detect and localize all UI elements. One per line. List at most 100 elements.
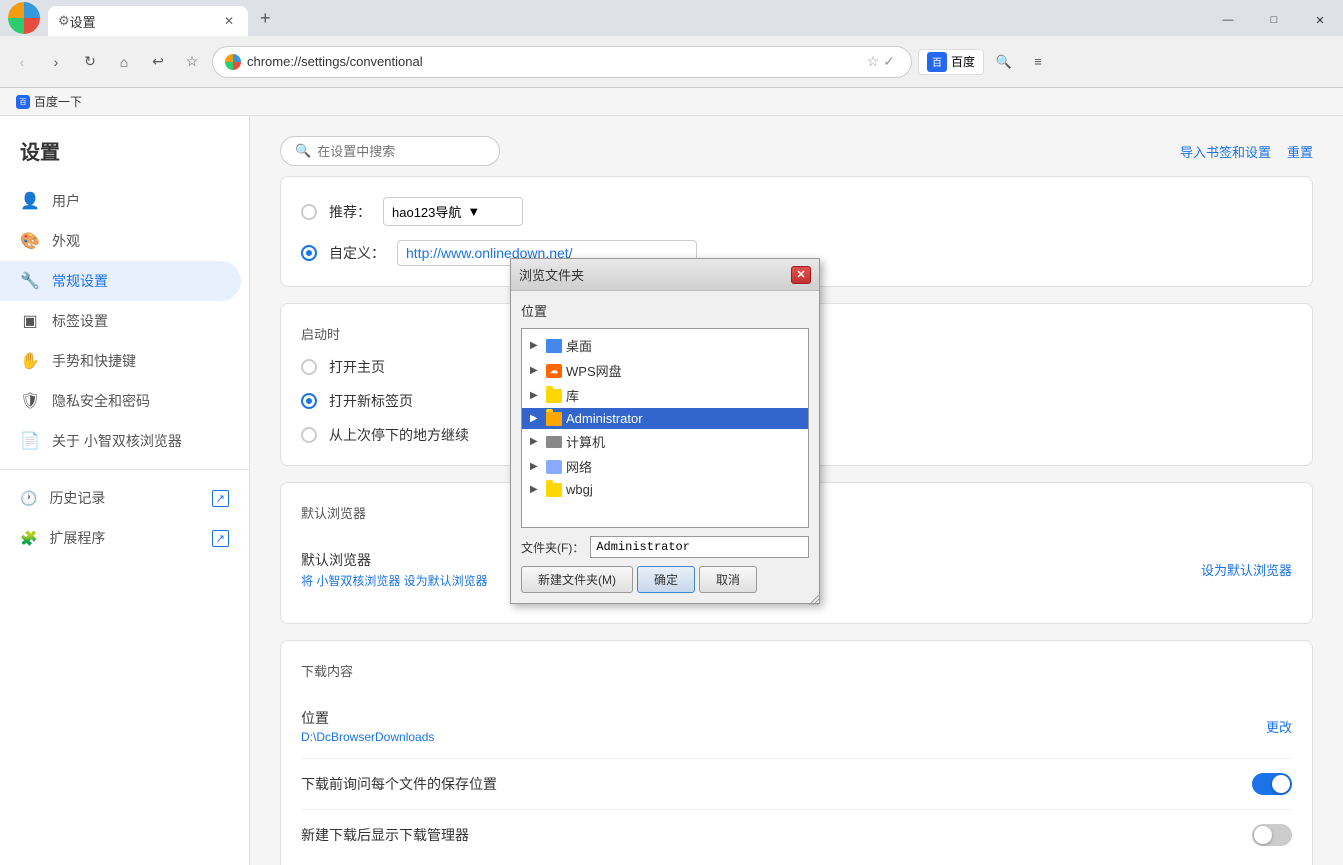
new-tab-button[interactable]: +: [252, 4, 279, 33]
browse-folder-dialog[interactable]: 浏览文件夹 ✕ 位置 ▶ 桌面 ▶ ☁ WPS网盘: [510, 258, 820, 604]
set-default-button[interactable]: 设为默认浏览器: [1201, 560, 1292, 579]
cancel-button[interactable]: 取消: [699, 566, 757, 593]
address-check-icon[interactable]: ✓: [883, 53, 895, 70]
folder-icon-wbgj: [546, 483, 562, 497]
menu-button[interactable]: ≡: [1024, 48, 1052, 76]
dialog-resize-handle[interactable]: [809, 593, 819, 603]
sidebar-divider: [0, 469, 249, 470]
sidebar-item-appearance[interactable]: 🎨 外观: [0, 221, 241, 261]
tree-item-desktop[interactable]: ▶ 桌面: [522, 333, 808, 358]
ok-button[interactable]: 确定: [637, 566, 695, 593]
tree-label-admin: Administrator: [566, 411, 643, 426]
folder-input[interactable]: [590, 536, 809, 558]
baidu-label: 百度: [951, 53, 975, 70]
bookmark-baidu[interactable]: 百 百度一下: [10, 91, 88, 112]
tab-title: 设置: [70, 12, 96, 31]
sidebar-item-about[interactable]: 📄 关于 小智双核浏览器: [0, 421, 241, 461]
bookmarks-bar: 百 百度一下: [0, 88, 1343, 116]
file-tree: ▶ 桌面 ▶ ☁ WPS网盘 ▶ 库: [521, 328, 809, 528]
sidebar-item-user[interactable]: 👤 用户: [0, 181, 241, 221]
dialog-body: 位置 ▶ 桌面 ▶ ☁ WPS网盘: [511, 291, 819, 603]
new-folder-button[interactable]: 新建文件夹(M): [521, 566, 633, 593]
download-manager-label-wrap: 新建下载后显示下载管理器: [301, 825, 1252, 845]
baidu-search-button[interactable]: 百 百度: [918, 49, 984, 75]
startup-circle-newtab: [301, 393, 317, 409]
home-button[interactable]: ⌂: [110, 48, 138, 76]
maximize-button[interactable]: □: [1251, 4, 1297, 36]
sidebar: 设置 👤 用户 🎨 外观 🔧 常规设置 ▣ 标签设置 ✋ 手势和快捷键: [0, 116, 250, 865]
tree-item-wps[interactable]: ▶ ☁ WPS网盘: [522, 358, 808, 383]
tree-item-computer[interactable]: ▶ 计算机: [522, 429, 808, 454]
forward-button[interactable]: ›: [42, 48, 70, 76]
import-bookmarks-link[interactable]: 导入书签和设置: [1180, 142, 1271, 161]
settings-header: 🔍 导入书签和设置 重置: [250, 116, 1343, 176]
back-button[interactable]: ‹: [8, 48, 36, 76]
close-button[interactable]: ✕: [1297, 4, 1343, 36]
history-external-icon: ↗: [212, 490, 229, 507]
sidebar-label-general: 常规设置: [52, 271, 108, 291]
download-ask-title: 下载前询问每个文件的保存位置: [301, 774, 1252, 794]
download-location-label-wrap: 位置 D:\DcBrowserDownloads: [301, 708, 1266, 744]
minimize-button[interactable]: —: [1205, 4, 1251, 36]
startup-circle-homepage: [301, 359, 317, 375]
address-star-icon[interactable]: ☆: [867, 53, 880, 70]
search-icon: 🔍: [295, 143, 311, 159]
tree-item-admin[interactable]: ▶ Administrator: [522, 408, 808, 429]
homepage-dropdown[interactable]: hao123导航 ▼: [383, 197, 523, 226]
sidebar-item-privacy[interactable]: 🛡 隐私安全和密码: [0, 381, 241, 421]
download-section: 下载内容 位置 D:\DcBrowserDownloads 更改 下载前询问每个…: [280, 640, 1313, 865]
radio-recommended[interactable]: 推荐： hao123导航 ▼: [301, 197, 1292, 226]
tab-close-button[interactable]: ✕: [220, 12, 238, 30]
sidebar-label-about: 关于 小智双核浏览器: [52, 431, 182, 451]
reload-button[interactable]: ↻: [76, 48, 104, 76]
extensions-external-icon: ↗: [212, 530, 229, 547]
tree-item-lib[interactable]: ▶ 库: [522, 383, 808, 408]
resize-icon: [809, 595, 819, 605]
radio-circle-custom: [301, 245, 317, 261]
network-icon: [546, 460, 562, 474]
address-input[interactable]: chrome://settings/conventional ☆ ✓: [212, 46, 912, 78]
download-ask-toggle[interactable]: [1252, 773, 1292, 795]
search-button[interactable]: 🔍: [990, 48, 1018, 76]
sidebar-label-appearance: 外观: [52, 231, 80, 251]
tab-settings[interactable]: ⚙ 设置 ✕: [48, 6, 248, 36]
expand-arrow-computer: ▶: [530, 436, 542, 447]
download-manager-toggle[interactable]: [1252, 824, 1292, 846]
sidebar-item-extensions[interactable]: 🧩 扩展程序 ↗: [0, 518, 249, 558]
settings-tab-icon: ⚙: [58, 13, 70, 29]
radio-circle-recommended: [301, 204, 317, 220]
window-controls: — □ ✕: [1205, 0, 1343, 36]
startup-circle-continue: [301, 427, 317, 443]
reset-link[interactable]: 重置: [1287, 142, 1313, 161]
privacy-icon: 🛡: [20, 391, 40, 411]
expand-arrow-desktop: ▶: [530, 340, 542, 351]
download-location-title: 位置: [301, 708, 1266, 728]
search-input[interactable]: [317, 144, 493, 159]
download-change-button[interactable]: 更改: [1266, 717, 1292, 736]
tree-label-computer: 计算机: [566, 432, 605, 451]
desktop-icon: [546, 339, 562, 353]
dialog-close-button[interactable]: ✕: [791, 266, 811, 284]
dropdown-arrow: ▼: [467, 204, 480, 219]
undo-button[interactable]: ↩: [144, 48, 172, 76]
sidebar-item-general[interactable]: 🔧 常规设置: [0, 261, 241, 301]
tree-item-wbgj[interactable]: ▶ wbgj: [522, 479, 808, 500]
bookmark-button[interactable]: ☆: [178, 48, 206, 76]
dropdown-value: hao123导航: [392, 202, 461, 221]
folder-icon-admin: [546, 412, 562, 426]
sidebar-item-tabs[interactable]: ▣ 标签设置: [0, 301, 241, 341]
tree-item-network[interactable]: ▶ 网络: [522, 454, 808, 479]
address-text: chrome://settings/conventional: [247, 54, 423, 69]
tree-label-lib: 库: [566, 386, 579, 405]
download-ask-label-wrap: 下载前询问每个文件的保存位置: [301, 774, 1252, 794]
search-box[interactable]: 🔍: [280, 136, 500, 166]
appearance-icon: 🎨: [20, 231, 40, 251]
general-icon: 🔧: [20, 271, 40, 291]
dialog-titlebar: 浏览文件夹 ✕: [511, 259, 819, 291]
extensions-icon: 🧩: [20, 530, 37, 547]
tab-bar: ⚙ 设置 ✕ + — □ ✕: [0, 0, 1343, 36]
sidebar-item-history[interactable]: 🕐 历史记录 ↗: [0, 478, 249, 518]
sidebar-item-shortcuts[interactable]: ✋ 手势和快捷键: [0, 341, 241, 381]
header-actions: 导入书签和设置 重置: [1180, 142, 1313, 161]
folder-input-label: 文件夹(F)：: [521, 539, 584, 556]
